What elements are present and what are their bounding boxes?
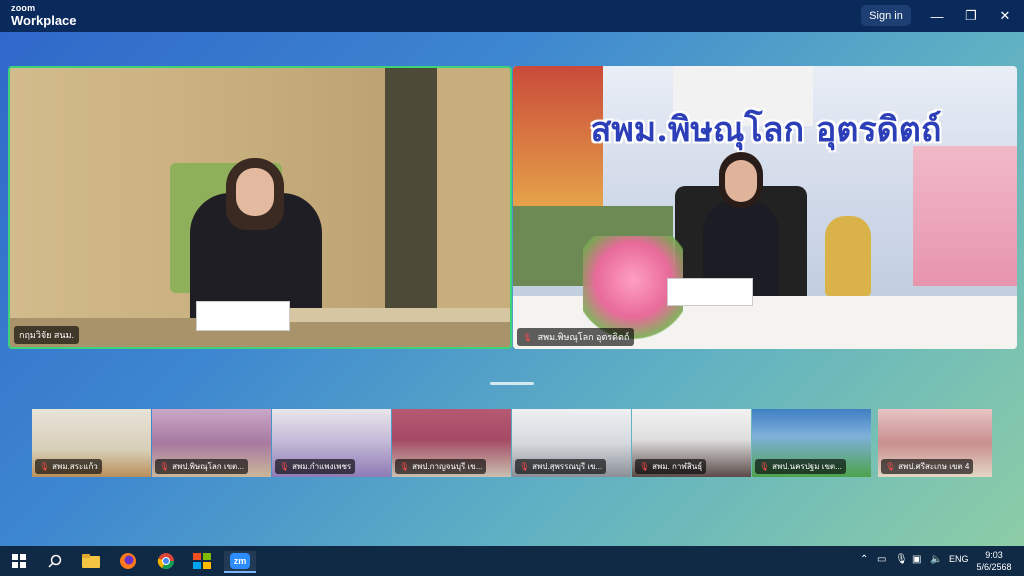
thumbnail-tile[interactable]: 🎙 สพม. กาฬสินธุ์ bbox=[632, 409, 751, 477]
language-indicator[interactable]: ENG bbox=[949, 554, 969, 564]
muted-mic-icon: 🎙 bbox=[519, 462, 530, 471]
firefox-icon[interactable] bbox=[117, 551, 139, 571]
thumbnail-name: สพป.นครปฐม เขต... bbox=[772, 462, 842, 471]
video-tile-participant[interactable]: สพม.พิษณุโลก อุตรดิตถ์ 🎙 สพม.พิษณุโลก อุ… bbox=[513, 66, 1017, 349]
logo-workplace-text: Workplace bbox=[11, 13, 77, 28]
muted-mic-icon: 🎙 bbox=[279, 462, 290, 471]
windows-start-icon[interactable] bbox=[8, 551, 30, 571]
participant-name-tag: 🎙 สพม.พิษณุโลก อุตรดิตถ์ bbox=[517, 328, 635, 346]
minimize-icon[interactable]: — bbox=[926, 5, 948, 27]
battery-icon[interactable]: ▭ bbox=[877, 554, 886, 565]
zoom-workplace-logo: zoom Workplace bbox=[11, 3, 77, 28]
thumbnail-name-tag: 🎙 สพป.พิษณุโลก เขต... bbox=[155, 459, 248, 474]
thumbnail-tile[interactable]: 🎙 สพป.กาญจนบุรี เข... bbox=[392, 409, 511, 477]
muted-mic-icon: 🎙 bbox=[885, 462, 896, 471]
microphone-icon[interactable]: 🎙 bbox=[895, 554, 908, 565]
title-bar: zoom Workplace Sign in — ❐ ✕ bbox=[0, 0, 1024, 32]
zoom-app-icon[interactable]: zm bbox=[224, 551, 256, 573]
taskbar-clock[interactable]: 9:03 5/6/2568 bbox=[968, 549, 1020, 573]
thumbnail-tile[interactable]: 🎙 สพม.กำแพงเพชร bbox=[272, 409, 391, 477]
speaker-face bbox=[236, 168, 274, 216]
nameplate bbox=[667, 278, 753, 306]
muted-mic-icon: 🎙 bbox=[399, 462, 410, 471]
thumbnail-name: สพป.ศรีสะเกษ เขต 4 bbox=[898, 462, 970, 471]
show-hidden-icons-icon[interactable]: ⌃ bbox=[860, 554, 868, 565]
blossoms-right bbox=[913, 146, 1017, 286]
muted-mic-icon: 🎙 bbox=[522, 333, 533, 342]
emblem bbox=[825, 216, 871, 296]
store-icon[interactable] bbox=[191, 551, 213, 571]
thumbnail-tile[interactable]: 🎙 สพม.สระแก้ว bbox=[32, 409, 151, 477]
thumbnail-name: สพม. กาฬสินธุ์ bbox=[652, 462, 703, 471]
thumbnail-name-tag: 🎙 สพม.สระแก้ว bbox=[35, 459, 102, 474]
participant-face bbox=[725, 160, 757, 202]
chrome-icon[interactable] bbox=[155, 551, 177, 571]
wall-right-panel bbox=[437, 68, 510, 318]
thumbnail-name-tag: 🎙 สพป.สุพรรณบุรี เข... bbox=[515, 459, 607, 474]
nameplate bbox=[196, 301, 290, 331]
participant-name: กฤมวิจัย สนม. bbox=[19, 330, 75, 340]
thumbnail-name-tag: 🎙 สพป.ศรีสะเกษ เขต 4 bbox=[881, 459, 974, 474]
thumbnail-tile[interactable]: 🎙 สพป.ศรีสะเกษ เขต 4 bbox=[878, 409, 992, 477]
thumbnail-tile[interactable]: 🎙 สพป.พิษณุโลก เขต... bbox=[152, 409, 271, 477]
resize-handle[interactable] bbox=[490, 382, 534, 385]
volume-icon[interactable]: 🔈 bbox=[930, 554, 942, 565]
thumbnail-name-tag: 🎙 สพป.นครปฐม เขต... bbox=[755, 459, 846, 474]
thumbnail-name: สพป.พิษณุโลก เขต... bbox=[172, 462, 244, 471]
network-icon[interactable]: ▣ bbox=[912, 554, 921, 565]
thumbnail-strip: 🎙 สพม.สระแก้ว 🎙 สพป.พิษณุโลก เขต... 🎙 สพม.ก… bbox=[32, 409, 992, 477]
close-icon[interactable]: ✕ bbox=[994, 5, 1016, 27]
thumbnail-name: สพป.สุพรรณบุรี เข... bbox=[532, 462, 603, 471]
windows-taskbar: zm ⌃ ▭ 🎙 ▣ 🔈 ENG 9:03 5/6/2568 bbox=[0, 546, 1024, 576]
clock-time: 9:03 bbox=[985, 550, 1003, 560]
video-tile-active-speaker[interactable]: กฤมวิจัย สนม. bbox=[8, 66, 512, 349]
thumbnail-name: สพป.กาญจนบุรี เข... bbox=[412, 462, 483, 471]
muted-mic-icon: 🎙 bbox=[159, 462, 170, 471]
logo-zoom-text: zoom bbox=[11, 3, 36, 13]
sign-in-button[interactable]: Sign in bbox=[861, 5, 911, 26]
zoom-app-label: zm bbox=[230, 553, 250, 569]
thumbnail-tile[interactable]: 🎙 สพป.นครปฐม เขต... bbox=[752, 409, 871, 477]
participant-name-tag: กฤมวิจัย สนม. bbox=[14, 326, 80, 344]
file-explorer-icon[interactable] bbox=[80, 551, 102, 571]
search-icon[interactable] bbox=[44, 551, 66, 571]
clock-date: 5/6/2568 bbox=[976, 562, 1012, 572]
thumbnail-name-tag: 🎙 สพม.กำแพงเพชร bbox=[275, 459, 356, 474]
thumbnail-name: สพม.กำแพงเพชร bbox=[292, 462, 352, 471]
thumbnail-name: สพม.สระแก้ว bbox=[52, 462, 98, 471]
banner-title: สพม.พิษณุโลก อุตรดิตถ์ bbox=[590, 110, 942, 150]
thumbnail-name-tag: 🎙 สพม. กาฬสินธุ์ bbox=[635, 459, 707, 474]
maximize-icon[interactable]: ❐ bbox=[960, 5, 982, 27]
wall-dark-panel bbox=[385, 68, 437, 318]
participant-name: สพม.พิษณุโลก อุตรดิตถ์ bbox=[537, 332, 630, 342]
muted-mic-icon: 🎙 bbox=[639, 462, 650, 471]
thumbnail-name-tag: 🎙 สพป.กาญจนบุรี เข... bbox=[395, 459, 487, 474]
muted-mic-icon: 🎙 bbox=[39, 462, 50, 471]
muted-mic-icon: 🎙 bbox=[759, 462, 770, 471]
thumbnail-tile[interactable]: 🎙 สพป.สุพรรณบุรี เข... bbox=[512, 409, 631, 477]
